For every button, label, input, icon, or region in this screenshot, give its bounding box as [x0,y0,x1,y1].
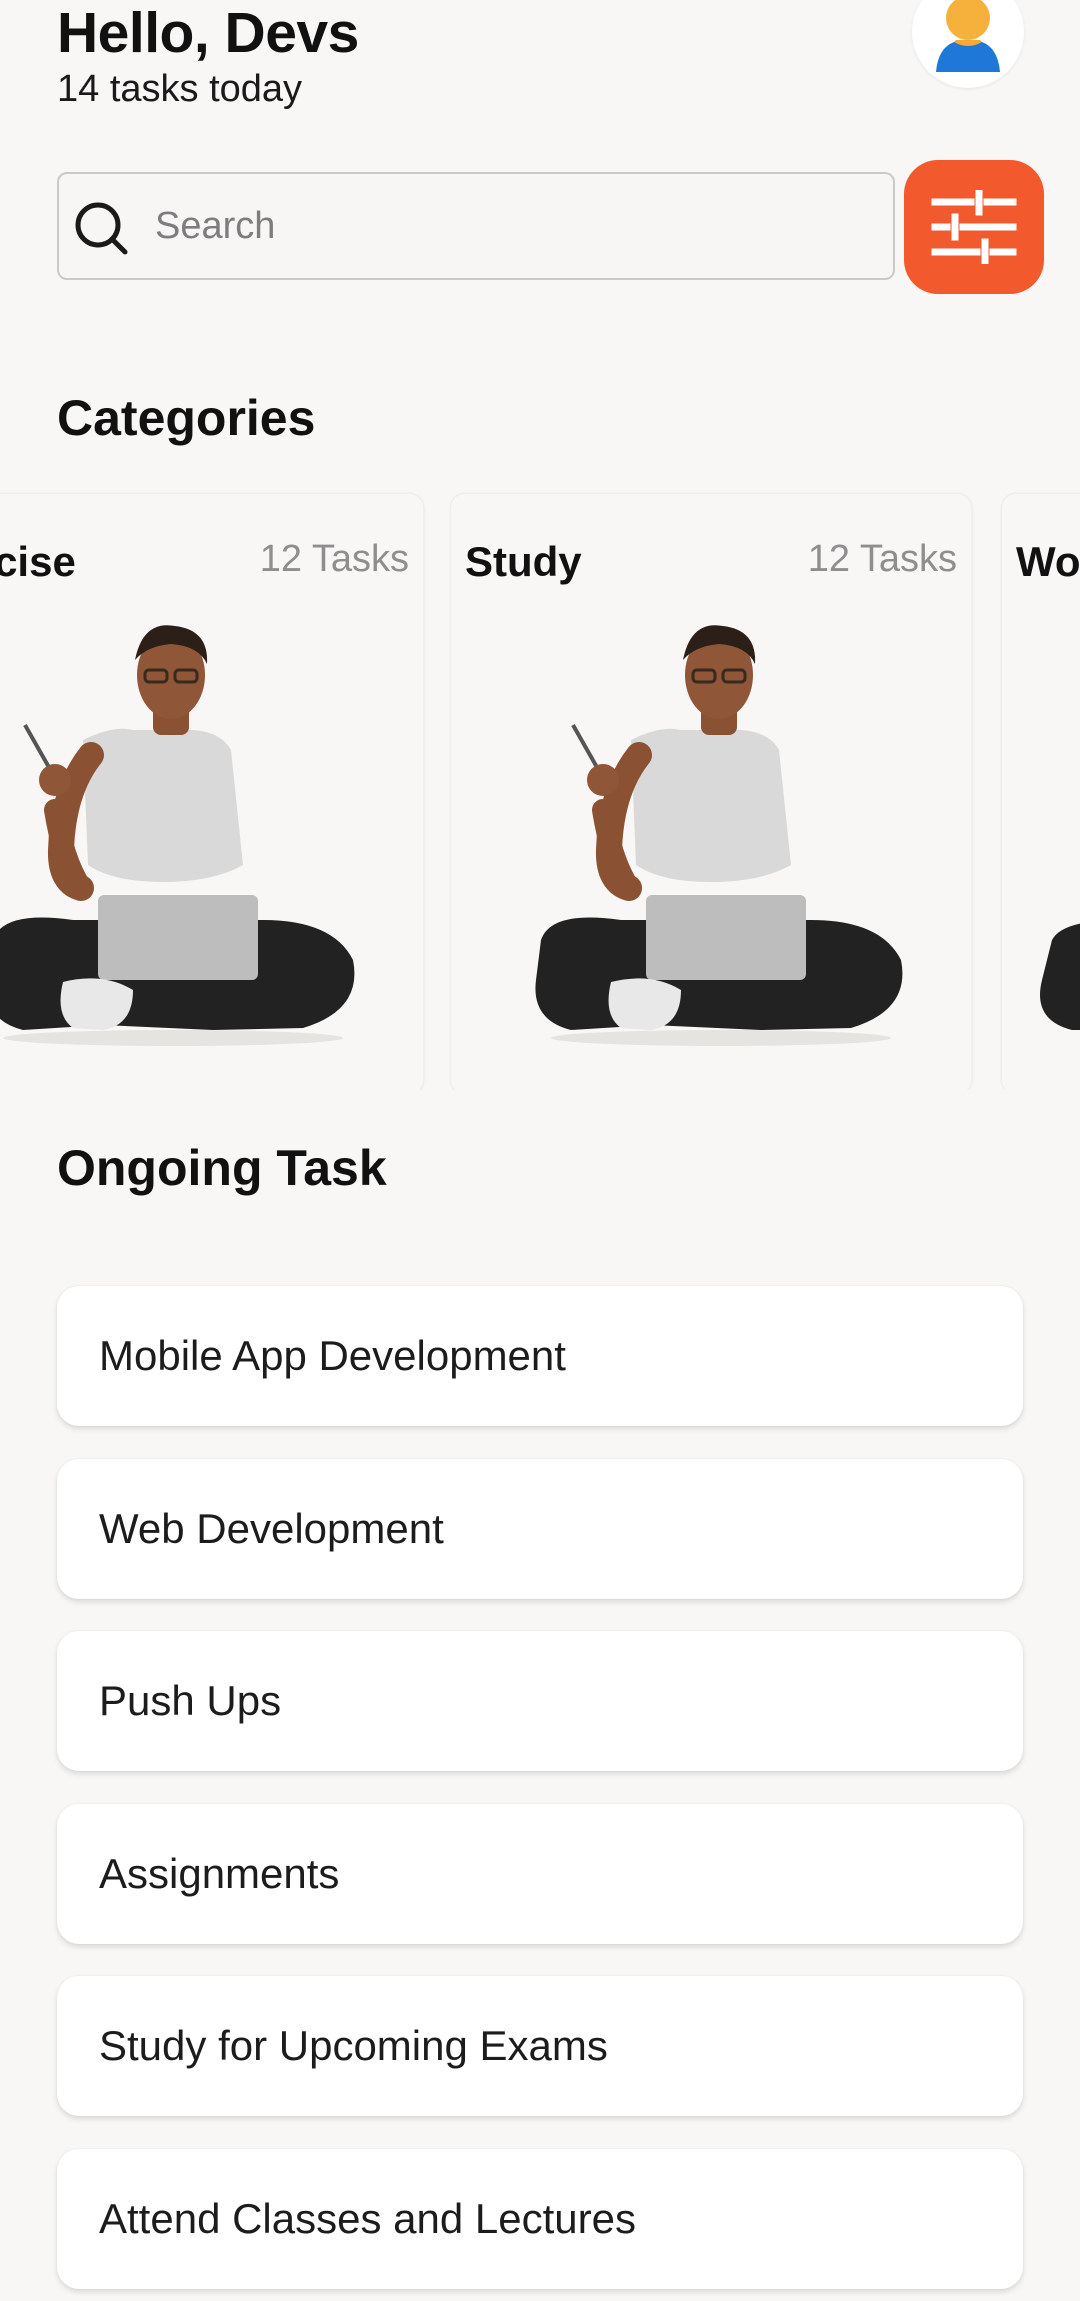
category-task-count: 12 Tasks [807,538,957,580]
profile-avatar[interactable] [912,0,1024,88]
categories-carousel[interactable]: Exercise 12 Tasks Study 12 Tasks [0,490,1080,1090]
category-name: Study [465,538,582,585]
task-card[interactable]: Web Development [57,1459,1023,1599]
person-with-laptop-illustration [0,625,355,1046]
task-card[interactable]: Assignments [57,1804,1023,1944]
search-field[interactable] [57,172,895,280]
categories-heading: Categories [57,390,316,446]
task-label: Assignments [99,1850,340,1897]
task-label: Attend Classes and Lectures [99,2195,636,2242]
greeting-title: Hello, Devs [57,1,359,65]
search-icon [75,202,128,255]
category-name: Work [1016,538,1080,585]
task-label: Push Ups [99,1677,282,1724]
task-label: Study for Upcoming Exams [99,2022,608,2069]
category-name: Exercise [0,538,76,585]
person-avatar-icon [936,0,1000,72]
category-card-study[interactable]: Study 12 Tasks [451,494,971,1090]
sliders-icon [931,190,1017,264]
category-card-exercise[interactable]: Exercise 12 Tasks [0,494,423,1090]
ongoing-task-heading: Ongoing Task [57,1140,387,1196]
tasks-today-subtitle: 14 tasks today [57,68,303,110]
task-card[interactable]: Study for Upcoming Exams [57,1976,1023,2116]
category-card-work[interactable]: Work [1002,494,1080,1090]
search-input[interactable] [155,174,875,278]
category-task-count: 12 Tasks [259,538,409,580]
filter-button[interactable] [904,160,1044,294]
task-label: Mobile App Development [99,1332,566,1379]
task-label: Web Development [99,1505,444,1552]
person-with-laptop-illustration [535,625,903,1046]
person-with-laptop-illustration [1040,923,1080,1030]
task-card[interactable]: Mobile App Development [57,1286,1023,1426]
task-card[interactable]: Attend Classes and Lectures [57,2149,1023,2289]
task-card[interactable]: Push Ups [57,1631,1023,1771]
